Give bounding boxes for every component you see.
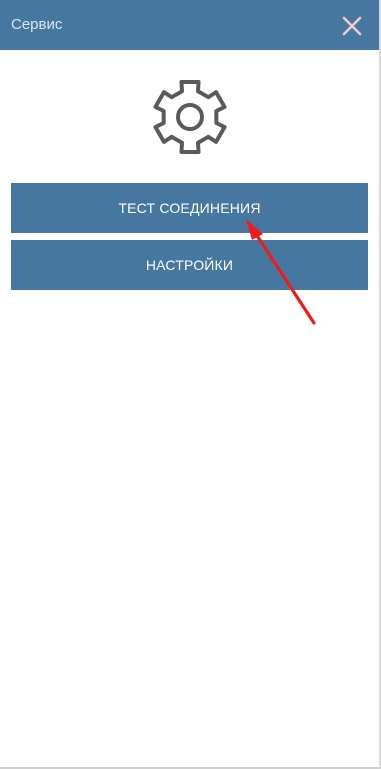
connection-test-button[interactable]: ТЕСТ СОЕДИНЕНИЯ (11, 183, 368, 233)
close-button[interactable] (340, 14, 364, 38)
app-bar: Сервис (0, 0, 379, 50)
close-icon (342, 16, 362, 36)
page-title: Сервис (11, 16, 63, 33)
gear-icon (153, 80, 227, 154)
settings-button[interactable]: НАСТРОЙКИ (11, 240, 368, 290)
app-window: Сервис ТЕСТ СОЕДИНЕНИЯ НАСТРОЙКИ (0, 0, 381, 769)
